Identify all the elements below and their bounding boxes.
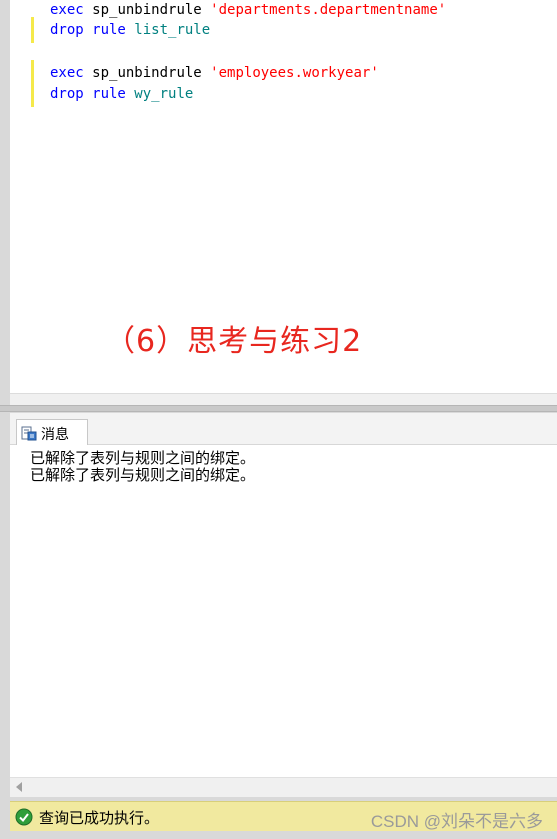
results-scrollbar[interactable] [10,777,557,797]
string-literal: 'employees.workyear' [210,65,379,81]
sql-keyword: exec [50,65,84,81]
overlay-title: （6）思考与练习2 [105,324,363,359]
code-line: drop rule wy_rule [50,84,193,104]
scroll-left-arrow-icon[interactable] [16,782,22,792]
object-name: wy_rule [134,86,194,102]
code-line: exec sp_unbindrule 'departments.departme… [50,0,446,20]
tab-label: 消息 [41,427,69,443]
results-tabstrip: 消息 [10,413,557,445]
status-text: 查询已成功执行。 [39,809,160,827]
tab-messages[interactable]: 消息 [16,419,88,445]
string-literal: 'departments.departmentname' [210,2,447,18]
message-line: 已解除了表列与规则之间的绑定。 [30,449,256,467]
object-name: list_rule [134,22,211,38]
sql-keyword: drop rule [50,22,126,38]
sql-keyword: drop rule [50,86,126,102]
procedure-name: sp_unbindrule [92,65,202,81]
procedure-name: sp_unbindrule [92,2,202,18]
messages-icon [21,426,37,441]
status-bar: 查询已成功执行。 CSDN @刘朵不是六多 [10,801,557,831]
watermark: CSDN @刘朵不是六多 [370,812,543,831]
editor-gutter [10,0,32,393]
pane-splitter[interactable] [0,405,557,412]
query-editor[interactable]: exec sp_unbindrule 'departments.departme… [10,0,557,393]
results-pane: 消息 已解除了表列与规则之间的绑定。 已解除了表列与规则之间的绑定。 [10,413,557,797]
sql-keyword: exec [50,2,84,18]
success-check-icon [15,808,33,826]
code-line: drop rule list_rule [50,20,210,40]
message-line: 已解除了表列与规则之间的绑定。 [30,466,256,484]
code-line: exec sp_unbindrule 'employees.workyear' [50,63,379,83]
